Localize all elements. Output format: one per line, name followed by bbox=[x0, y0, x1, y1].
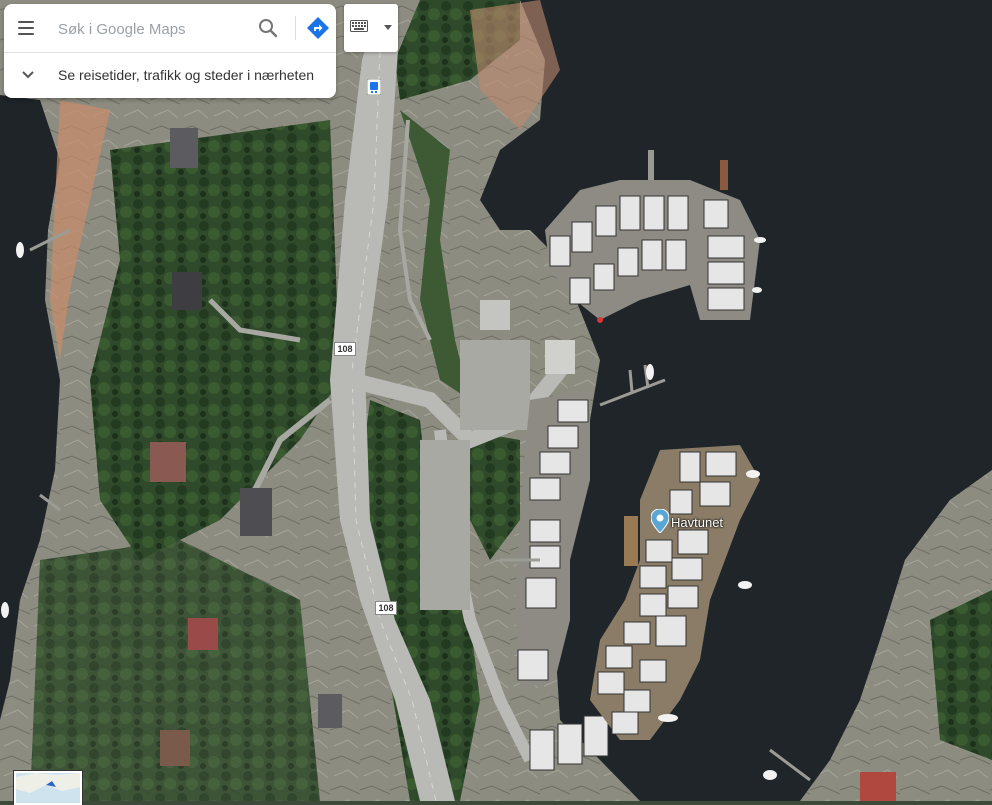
explore-nearby-row[interactable]: Se reisetider, trafikk og steder i nærhe… bbox=[4, 53, 336, 98]
bus-stop-icon[interactable] bbox=[367, 79, 381, 95]
directions-icon[interactable] bbox=[306, 16, 330, 40]
search-panel: Se reisetider, trafikk og steder i nærhe… bbox=[4, 4, 336, 98]
search-icon[interactable] bbox=[258, 18, 278, 38]
route-shield-108: 108 bbox=[375, 601, 397, 615]
search-row bbox=[4, 4, 336, 53]
minimap-thumbnail bbox=[16, 773, 80, 803]
search-input[interactable] bbox=[56, 14, 250, 44]
place-label-havtunet[interactable]: Havtunet bbox=[671, 515, 723, 530]
parking-lot bbox=[460, 340, 530, 430]
satellite-map[interactable] bbox=[0, 0, 992, 801]
chevron-down-icon bbox=[22, 71, 34, 79]
route-shield-108: 108 bbox=[334, 342, 356, 356]
parking-lot bbox=[420, 440, 470, 610]
input-tools-button[interactable] bbox=[344, 4, 398, 52]
explore-nearby-label: Se reisetider, trafikk og steder i nærhe… bbox=[58, 67, 315, 83]
caret-down-icon bbox=[384, 25, 392, 30]
search-divider bbox=[295, 16, 296, 40]
map-pin-icon[interactable] bbox=[651, 509, 669, 533]
menu-icon[interactable] bbox=[14, 16, 38, 40]
layers-minimap[interactable] bbox=[14, 771, 82, 805]
keyboard-icon bbox=[350, 20, 368, 32]
